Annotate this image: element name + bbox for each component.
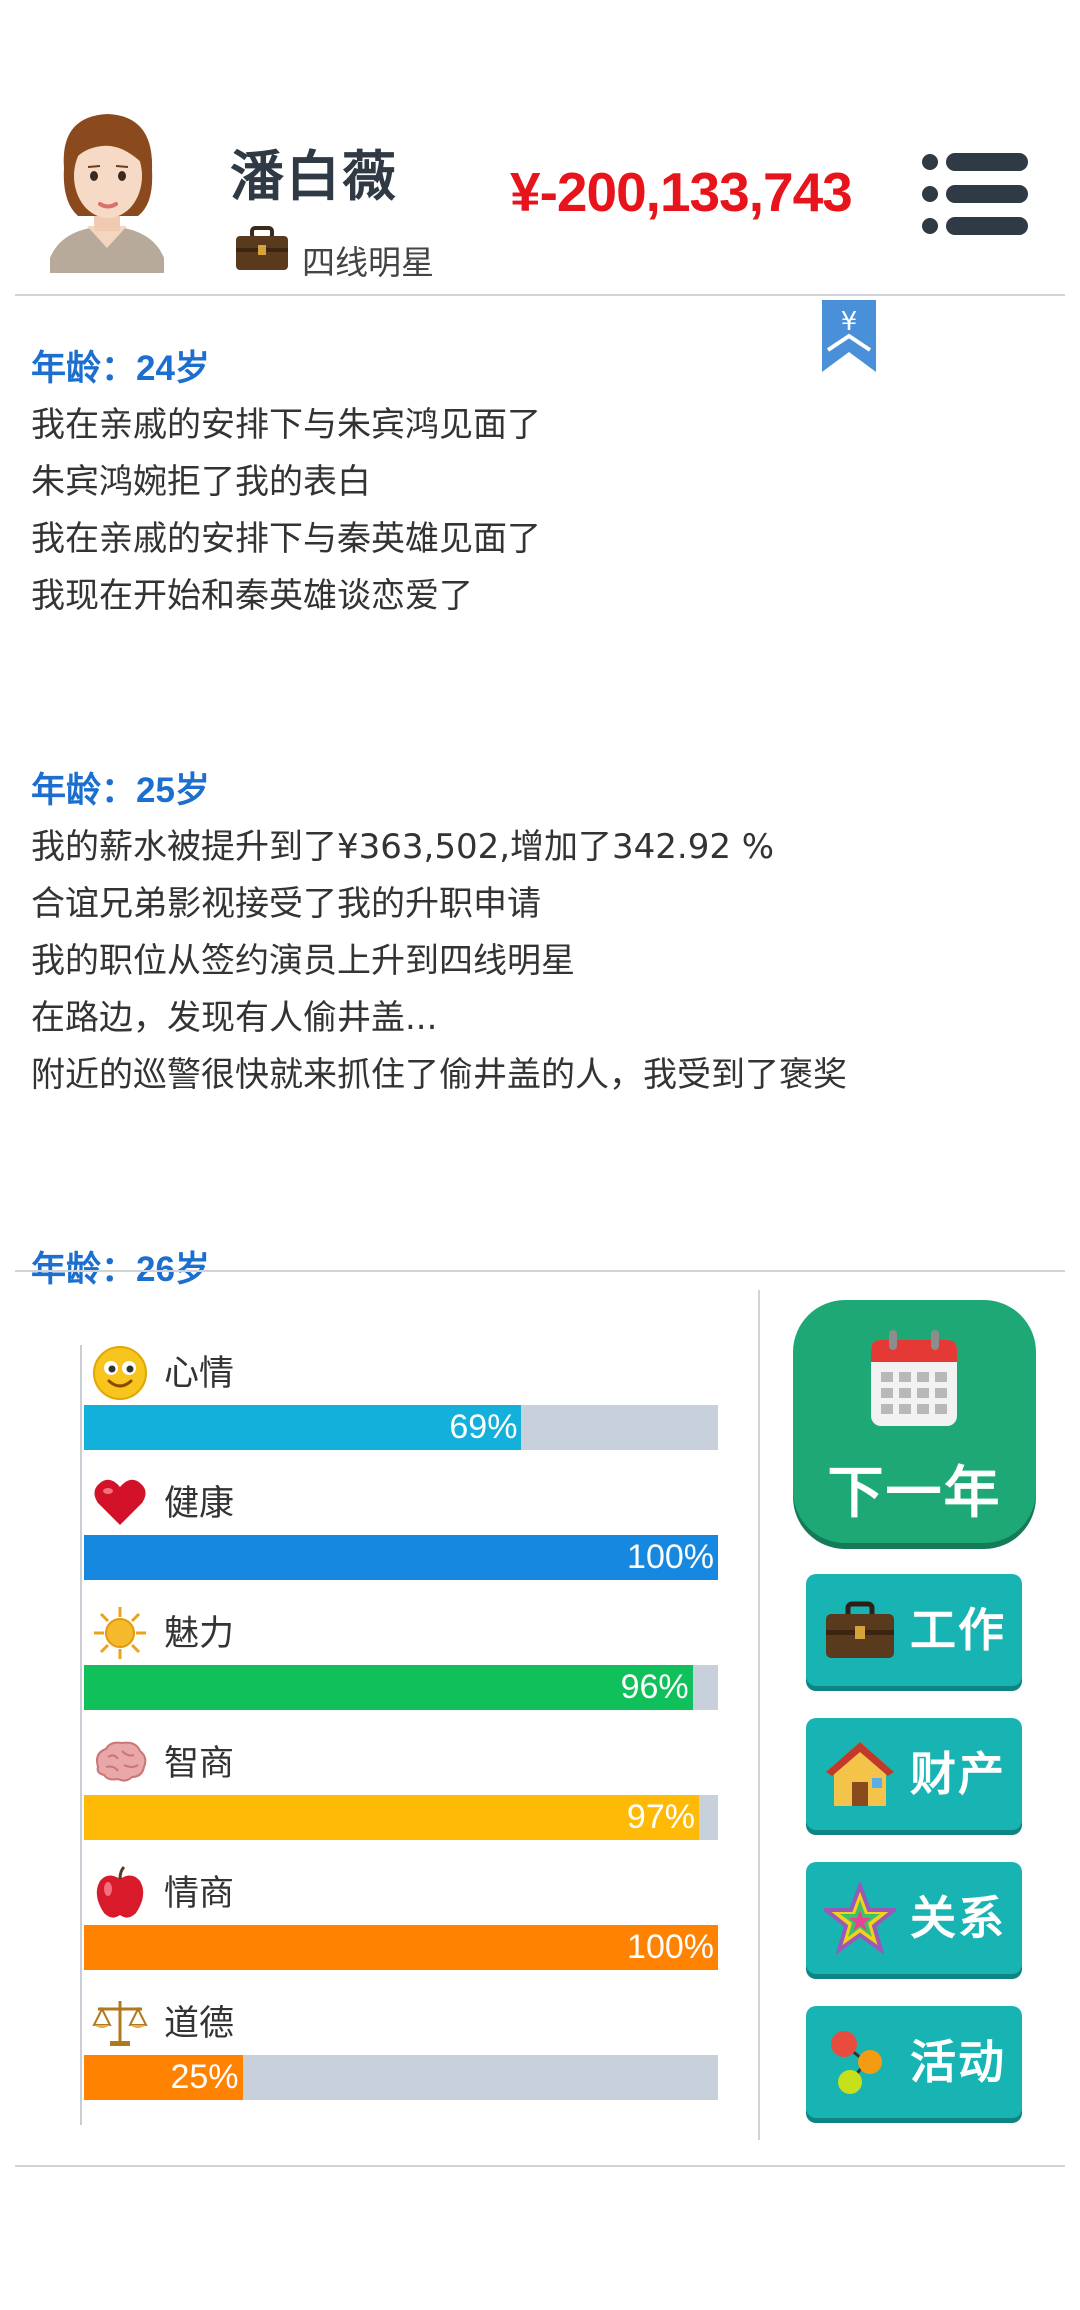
stat-label: 心情 [164,1354,235,1394]
menu-icon[interactable] [920,150,1030,238]
activities-icon [831,2031,882,2094]
next-year-label: 下一年 [827,1461,1002,1526]
next-year-button[interactable]: 下一年 [793,1300,1036,1543]
scales-icon [92,2001,148,2046]
work-button[interactable]: 工作 [806,1574,1022,1686]
year-entry: 年龄：24岁 我在亲戚的安排下与朱宾鸿见面了 朱宾鸿婉拒了我的表白 我在亲戚的安… [31,340,1031,625]
player-name: 潘白薇 [230,145,398,208]
stat-morality: 道德 25% [82,1995,722,2125]
work-label: 工作 [910,1603,1006,1657]
star-icon [824,1882,896,1954]
relations-label: 关系 [910,1891,1006,1945]
calendar-icon [871,1330,957,1426]
money-balance: ¥-200,133,743 [510,161,853,223]
event-line: 我的职位从签约演员上升到四线明星 [31,941,575,981]
stat-value: 69% [449,1408,518,1446]
stat-label: 智商 [164,1744,235,1784]
stat-label: 健康 [164,1484,235,1524]
heart-icon [94,1479,146,1525]
stat-charm: 魅力 96% [82,1605,722,1735]
stat-label: 道德 [164,2004,235,2044]
stat-mood: 心情 69% [82,1345,722,1475]
event-line: 我的薪水被提升到了¥363,502,增加了342.92 % [31,827,775,867]
stat-eq: 情商 100% [82,1865,722,1995]
sun-icon [94,1607,146,1659]
brain-icon [96,1741,147,1782]
stat-bar-fill: 97% [84,1795,699,1840]
svg-text:¥: ¥ [841,307,858,337]
log-divider [15,1270,1065,1272]
year-entry: 年龄：25岁 我的薪水被提升到了¥363,502,增加了342.92 % 合谊兄… [31,762,1031,1104]
stat-bar-fill: 100% [84,1925,718,1970]
stat-value: 100% [627,1928,714,1966]
stat-iq: 智商 97% [82,1735,722,1865]
stats-panel: 心情 69% 健康 100% 魅力 96% 智商 97% 情商 100% 道德 … [80,1345,722,2125]
stat-value: 25% [170,2058,239,2096]
job-title: 四线明星 [302,243,434,282]
stat-bar: 96% [84,1665,718,1710]
panel-separator [758,1290,760,2140]
stat-bar-fill: 96% [84,1665,693,1710]
house-icon [826,1742,894,1806]
event-line: 我在亲戚的安排下与朱宾鸿见面了 [31,405,541,445]
stat-label: 魅力 [164,1614,235,1654]
relations-button[interactable]: 关系 [806,1862,1022,1974]
stat-bar-fill: 25% [84,2055,243,2100]
header-divider [15,294,1065,296]
stat-bar-fill: 69% [84,1405,522,1450]
smiley-icon [93,1346,147,1400]
stat-label: 情商 [164,1874,235,1914]
property-label: 财产 [910,1747,1006,1801]
age-heading: 年龄：25岁 [31,771,210,810]
event-line: 我在亲戚的安排下与秦英雄见面了 [31,519,541,559]
event-line: 附近的巡警很快就来抓住了偷井盖的人，我受到了褒奖 [31,1055,847,1095]
stat-bar-fill: 100% [84,1535,718,1580]
briefcase-icon [826,1601,894,1658]
event-line: 我现在开始和秦英雄谈恋爱了 [31,576,473,616]
stat-health: 健康 100% [82,1475,722,1605]
activities-label: 活动 [910,2035,1006,2089]
stat-value: 100% [627,1538,714,1576]
stat-bar: 69% [84,1405,718,1450]
apple-icon [96,1865,144,1918]
activities-button[interactable]: 活动 [806,2006,1022,2118]
life-event-log: 年龄：24岁 我在亲戚的安排下与朱宾鸿见面了 朱宾鸿婉拒了我的表白 我在亲戚的安… [31,340,1031,1298]
stat-bar: 100% [84,1925,718,1970]
stat-bar: 100% [84,1535,718,1580]
stat-bar: 25% [84,2055,718,2100]
stat-value: 96% [620,1668,689,1706]
event-line: 合谊兄弟影视接受了我的升职申请 [31,884,541,924]
stat-value: 97% [626,1798,695,1836]
footer-divider [15,2165,1065,2167]
briefcase-icon [236,226,288,270]
event-line: 在路边，发现有人偷井盖... [31,998,438,1038]
property-button[interactable]: 财产 [806,1718,1022,1830]
stat-bar: 97% [84,1795,718,1840]
event-line: 朱宾鸿婉拒了我的表白 [31,462,371,502]
player-avatar [50,114,164,273]
age-heading: 年龄：24岁 [31,349,210,388]
